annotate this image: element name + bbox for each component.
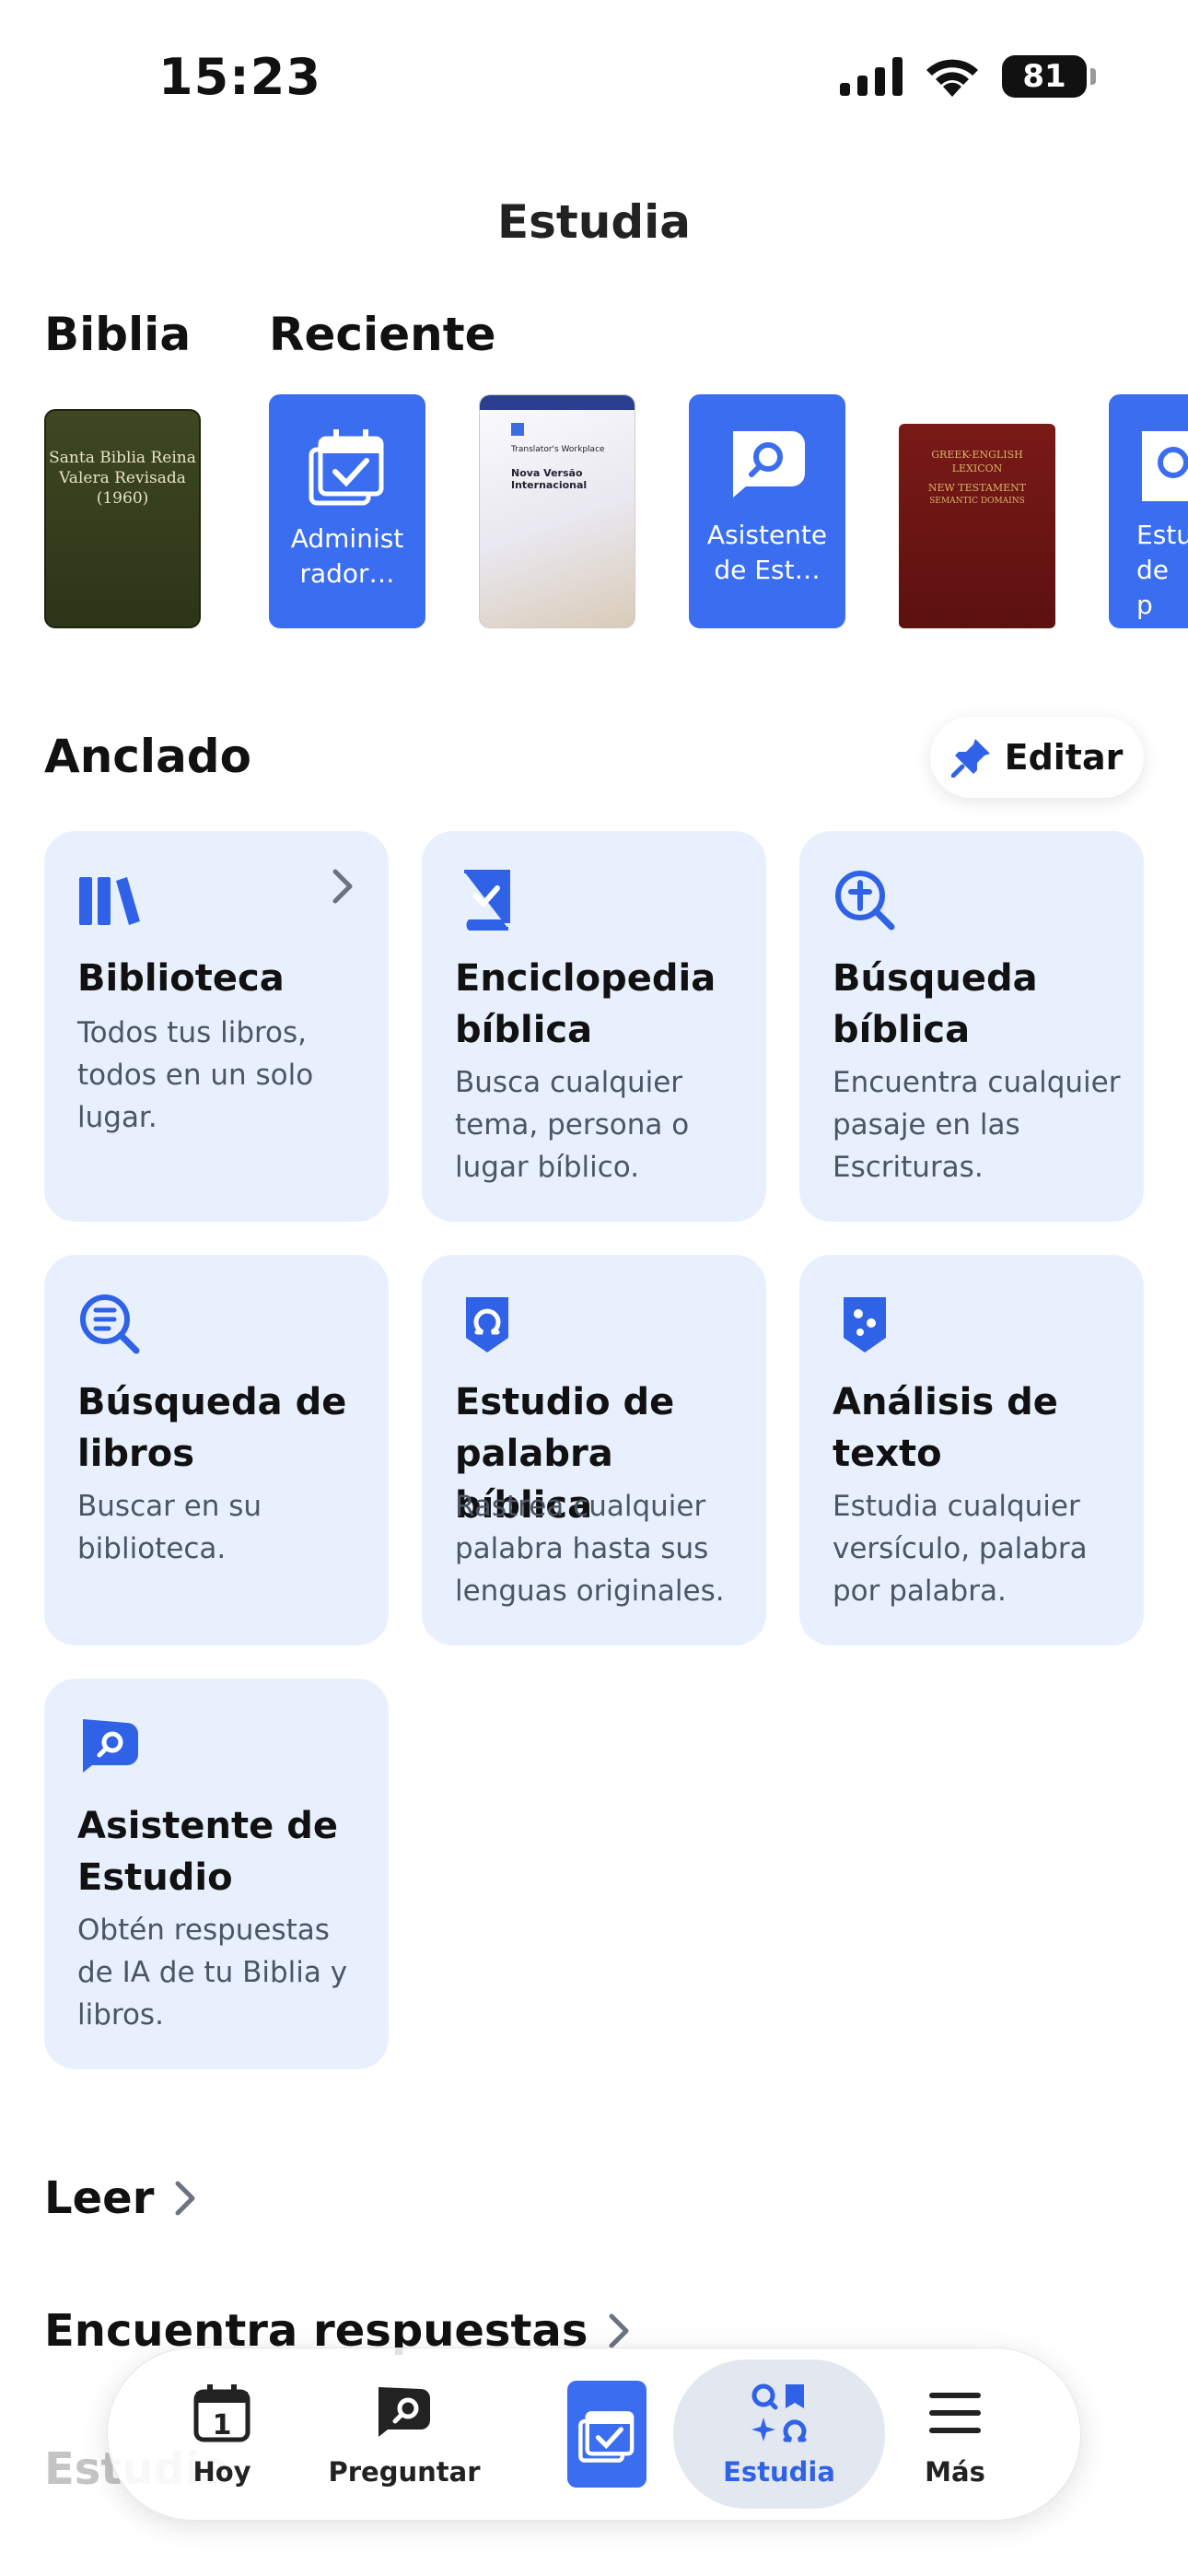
recent-label-line1: Administ — [290, 523, 404, 554]
study-tools-icon — [751, 2383, 807, 2442]
battery-indicator: 81 — [1002, 55, 1096, 98]
chat-search-icon — [379, 2387, 430, 2437]
calendar-day-icon: 1 — [193, 2384, 250, 2442]
tab-mas[interactable]: Más — [900, 2348, 1010, 2520]
tab-label: Estudia — [723, 2456, 835, 2488]
tab-label: Preguntar — [328, 2456, 481, 2488]
bible-heading: Biblia — [44, 308, 192, 361]
calendar-check-icon — [578, 2411, 635, 2463]
recent-lexicon-cover[interactable]: GREEK-ENGLISH LEXICON NEW TESTAMENT SEMA… — [899, 424, 1055, 628]
pinned-heading: Anclado — [44, 730, 251, 783]
card-desc: Estudia cualquier versículo, palabra por… — [833, 1490, 1088, 1608]
recent-label-line1: Estu — [1136, 520, 1188, 550]
bible-cover-line3: (1960) — [96, 489, 149, 508]
tab-preguntar[interactable]: Preguntar — [325, 2348, 483, 2520]
page-title: Estudia — [496, 195, 692, 249]
nvi-cover-title2: Internacional — [511, 479, 588, 491]
card-desc: Obtén respuestas de IA de tu Biblia y li… — [77, 1914, 348, 2032]
section-read-label: Leer — [44, 2172, 155, 2224]
tab-label: Más — [925, 2456, 985, 2488]
tab-administrador[interactable] — [552, 2348, 662, 2520]
chevron-right-icon — [175, 2181, 195, 2216]
text-analysis-icon — [844, 1297, 886, 1352]
card-title: Biblioteca — [77, 957, 285, 1000]
nvi-cover-top: Translator's Workplace — [511, 445, 605, 454]
card-desc: Busca cualquier tema, persona o lugar bí… — [455, 1066, 690, 1184]
tab-estudia[interactable]: Estudia — [673, 2359, 885, 2509]
recent-label-line1: Asistente — [706, 520, 828, 550]
recent-label-line2: de p — [1136, 555, 1169, 620]
card-desc: Buscar en su biblioteca. — [77, 1490, 262, 1565]
chat-search-icon — [83, 1719, 138, 1773]
recent-nvi-cover[interactable]: Translator's Workplace Nova Versão Inter… — [479, 394, 635, 628]
menu-icon — [929, 2393, 981, 2433]
tab-bar: 1 Hoy Preguntar Estudia Más — [107, 2348, 1081, 2521]
section-read[interactable]: Leer — [44, 2172, 196, 2224]
card-desc: Rastrea cualquier palabra hasta sus leng… — [455, 1490, 725, 1608]
omega-icon — [1142, 431, 1188, 501]
lexicon-cover-line2: LEXICON — [951, 463, 1003, 474]
recent-label-line2: rador… — [299, 558, 395, 589]
lexicon-cover-line4: SEMANTIC DOMAINS — [929, 497, 1025, 506]
svg-text:1: 1 — [213, 2409, 232, 2441]
recent-estudio-palabra[interactable]: Estu de p — [1109, 394, 1188, 628]
signal-icon — [840, 57, 903, 96]
edit-label: Editar — [1004, 737, 1124, 778]
wifi-icon — [926, 59, 978, 97]
card-title: Búsqueda bíblica — [833, 957, 1038, 1051]
card-asistente-estudio[interactable]: Asistente de Estudio Obtén respuestas de… — [44, 1679, 389, 2069]
card-estudio-palabra[interactable]: Estudio de palabra bíblica Rastrea cualq… — [422, 1255, 766, 1645]
bible-cover-line1: Santa Biblia Reina — [49, 449, 196, 467]
cross-search-icon — [835, 871, 895, 931]
bible-cover-line2: Valera Revisada — [59, 469, 186, 487]
status-icons: 81 — [840, 55, 1096, 98]
card-title: Asistente de Estudio — [77, 1805, 338, 1899]
card-title: Enciclopedia bíblica — [455, 957, 716, 1051]
tab-label: Hoy — [192, 2456, 251, 2488]
omega-shield-icon — [466, 1297, 508, 1352]
chevron-right-icon — [609, 2313, 629, 2348]
recent-heading: Reciente — [269, 308, 496, 361]
chevron-right-icon — [332, 869, 353, 904]
status-time: 15:23 — [158, 48, 321, 106]
lexicon-cover-line1: GREEK-ENGLISH — [931, 449, 1023, 461]
card-desc: Encuentra cualquier pasaje en las Escrit… — [833, 1066, 1121, 1184]
pin-icon — [950, 739, 990, 778]
recent-label-line2: de Est… — [714, 555, 821, 585]
card-enciclopedia[interactable]: Enciclopedia bíblica Busca cualquier tem… — [422, 831, 766, 1222]
chat-search-icon — [733, 431, 805, 498]
card-biblioteca[interactable]: Biblioteca Todos tus libros, todos en un… — [44, 831, 389, 1222]
card-title: Análisis de texto — [833, 1381, 1058, 1475]
nvi-cover-title1: Nova Versão — [511, 467, 583, 479]
recent-administrador[interactable]: Administ rador… — [269, 394, 425, 628]
tab-hoy[interactable]: 1 Hoy — [152, 2348, 292, 2520]
card-desc: Todos tus libros, todos en un solo lugar… — [77, 1016, 314, 1134]
calendar-check-icon — [309, 429, 384, 506]
card-analisis-texto[interactable]: Análisis de texto Estudia cualquier vers… — [799, 1255, 1144, 1645]
card-title: Búsqueda de libros — [77, 1381, 347, 1475]
book-check-icon — [464, 870, 510, 931]
list-search-icon — [80, 1294, 140, 1354]
bible-cover[interactable]: Santa Biblia Reina Valera Revisada (1960… — [44, 409, 201, 628]
recent-asistente[interactable]: Asistente de Est… — [689, 394, 845, 628]
edit-pins-button[interactable]: Editar — [930, 717, 1144, 798]
lexicon-cover-line3: NEW TESTAMENT — [927, 482, 1027, 494]
library-books-icon — [79, 877, 140, 925]
card-busqueda-biblica[interactable]: Búsqueda bíblica Encuentra cualquier pas… — [799, 831, 1144, 1222]
card-busqueda-libros[interactable]: Búsqueda de libros Buscar en su bibliote… — [44, 1255, 389, 1645]
